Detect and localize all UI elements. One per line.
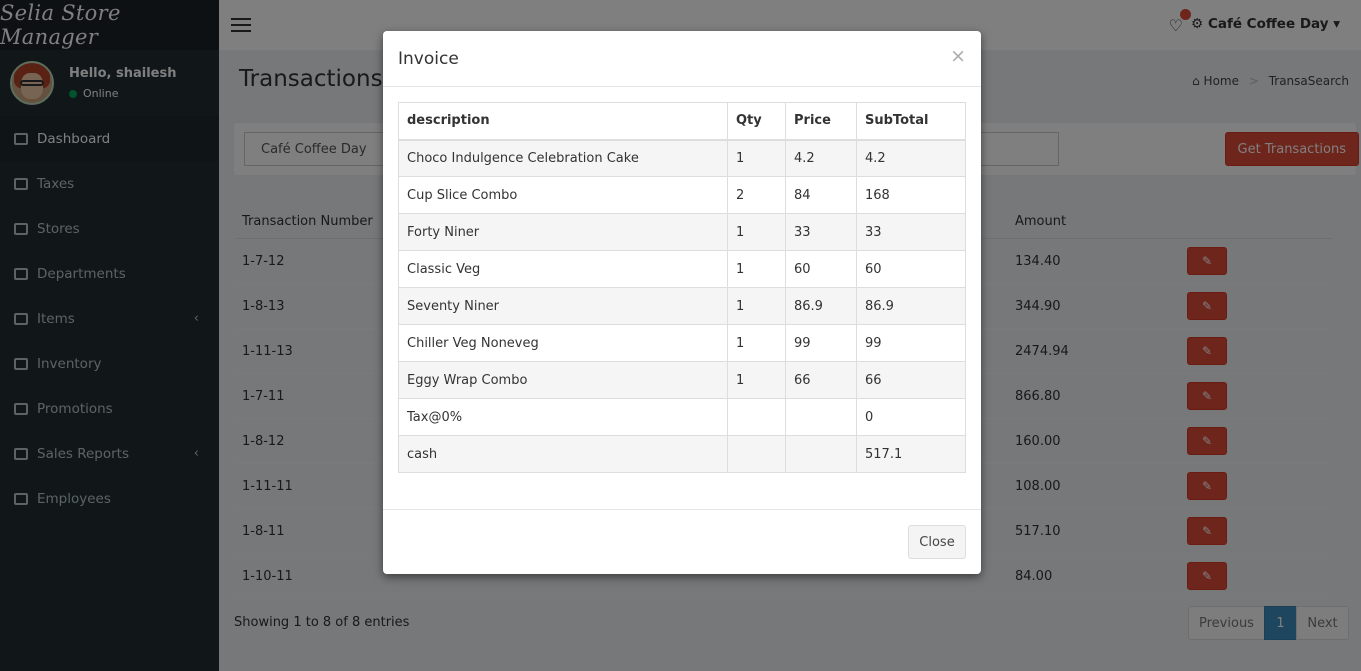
column-qty: Qty — [727, 102, 786, 141]
invoice-table: description Qty Price SubTotal Choco Ind… — [398, 102, 966, 473]
invoice-price: 86.9 — [785, 287, 857, 325]
invoice-description: Choco Indulgence Celebration Cake — [398, 139, 728, 177]
invoice-description: Classic Veg — [398, 250, 728, 288]
close-button[interactable]: Close — [908, 525, 966, 559]
invoice-price — [785, 435, 857, 473]
invoice-price: 4.2 — [785, 139, 857, 177]
invoice-row: Forty Niner 1 33 33 — [398, 213, 966, 251]
invoice-qty — [727, 435, 786, 473]
invoice-qty: 1 — [727, 250, 786, 288]
invoice-price: 99 — [785, 324, 857, 362]
invoice-qty: 1 — [727, 139, 786, 177]
invoice-subtotal: 86.9 — [856, 287, 966, 325]
invoice-description: Forty Niner — [398, 213, 728, 251]
invoice-description: cash — [398, 435, 728, 473]
invoice-qty: 1 — [727, 213, 786, 251]
invoice-qty: 1 — [727, 324, 786, 362]
close-icon[interactable]: × — [950, 45, 966, 67]
invoice-row: Chiller Veg Noneveg 1 99 99 — [398, 324, 966, 362]
modal-footer: Close — [383, 509, 981, 574]
invoice-price: 66 — [785, 361, 857, 399]
invoice-description: Chiller Veg Noneveg — [398, 324, 728, 362]
invoice-description: Seventy Niner — [398, 287, 728, 325]
invoice-row: cash 517.1 — [398, 435, 966, 473]
invoice-description: Tax@0% — [398, 398, 728, 436]
invoice-row: Tax@0% 0 — [398, 398, 966, 436]
column-description: description — [398, 102, 728, 141]
invoice-row: Choco Indulgence Celebration Cake 1 4.2 4.2 — [398, 139, 966, 177]
column-subtotal: SubTotal — [856, 102, 966, 141]
invoice-price: 84 — [785, 176, 857, 214]
column-price: Price — [785, 102, 857, 141]
invoice-price: 33 — [785, 213, 857, 251]
invoice-description: Cup Slice Combo — [398, 176, 728, 214]
invoice-qty — [727, 398, 786, 436]
invoice-price — [785, 398, 857, 436]
invoice-row: Seventy Niner 1 86.9 86.9 — [398, 287, 966, 325]
invoice-subtotal: 168 — [856, 176, 966, 214]
invoice-subtotal: 0 — [856, 398, 966, 436]
invoice-subtotal: 99 — [856, 324, 966, 362]
invoice-row: Classic Veg 1 60 60 — [398, 250, 966, 288]
invoice-description: Eggy Wrap Combo — [398, 361, 728, 399]
invoice-modal: Invoice × description Qty Price SubTotal… — [383, 31, 981, 574]
invoice-subtotal: 33 — [856, 213, 966, 251]
invoice-row: Cup Slice Combo 2 84 168 — [398, 176, 966, 214]
invoice-subtotal: 517.1 — [856, 435, 966, 473]
invoice-subtotal: 66 — [856, 361, 966, 399]
modal-header: Invoice × — [383, 31, 981, 87]
invoice-price: 60 — [785, 250, 857, 288]
invoice-qty: 2 — [727, 176, 786, 214]
invoice-header-row: description Qty Price SubTotal — [398, 102, 966, 141]
invoice-qty: 1 — [727, 287, 786, 325]
modal-title: Invoice — [398, 49, 459, 69]
invoice-subtotal: 60 — [856, 250, 966, 288]
invoice-qty: 1 — [727, 361, 786, 399]
invoice-subtotal: 4.2 — [856, 139, 966, 177]
invoice-row: Eggy Wrap Combo 1 66 66 — [398, 361, 966, 399]
